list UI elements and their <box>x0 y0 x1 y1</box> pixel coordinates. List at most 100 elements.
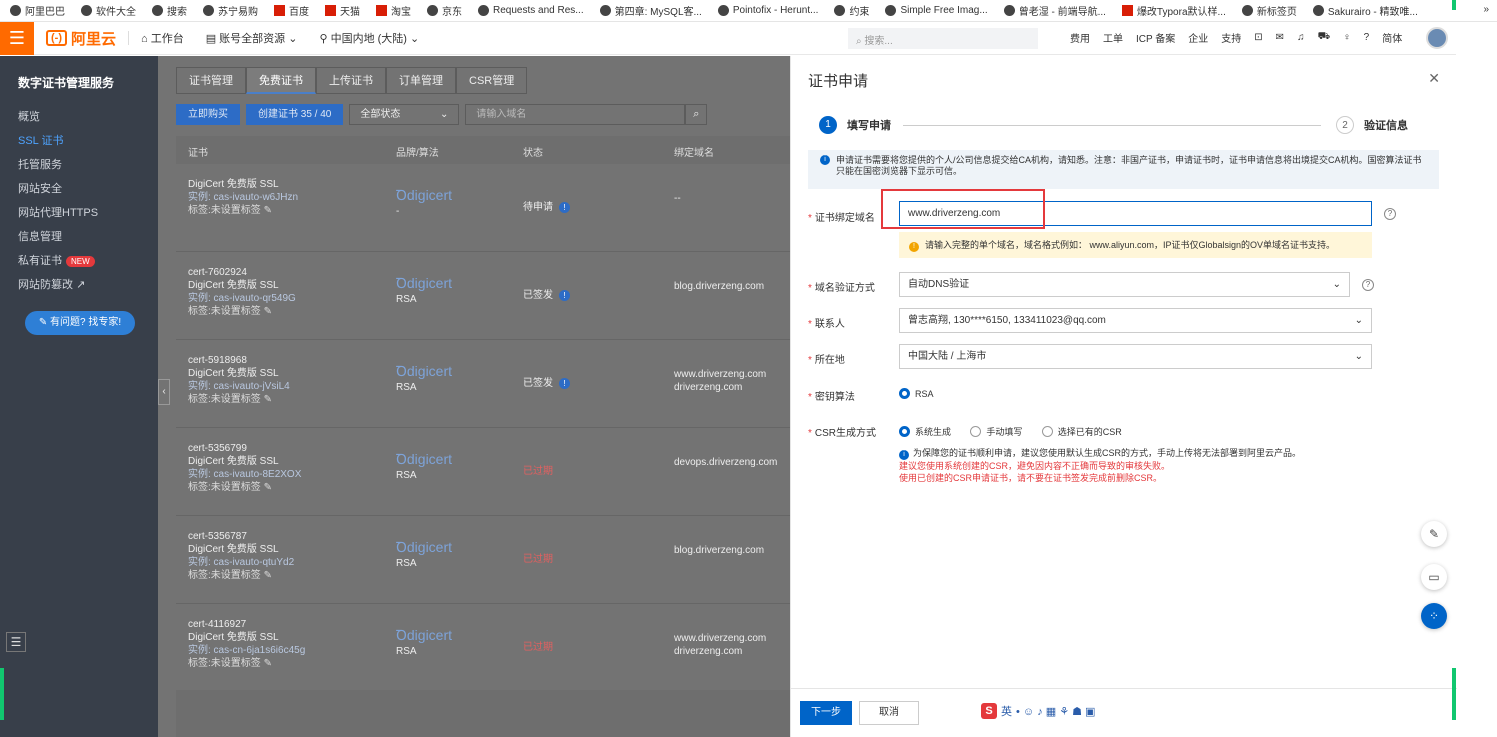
cancel-button[interactable]: 取消 <box>859 701 919 725</box>
edit-icon[interactable]: ✎ <box>264 205 272 216</box>
help-icon[interactable]: ? <box>1362 279 1374 291</box>
topbar-link[interactable]: ICP 备案 <box>1136 30 1175 45</box>
bookmark-item[interactable]: 爆改Typora默认样... <box>1121 3 1226 18</box>
cert-id[interactable]: cert-5356787 <box>188 530 294 543</box>
next-button[interactable]: 下一步 <box>800 701 852 725</box>
tab-orders[interactable]: 订单管理 <box>386 67 456 94</box>
cert-tag[interactable]: 标签:未设置标签 ✎ <box>188 569 294 582</box>
list-icon[interactable]: ☰ <box>6 632 26 652</box>
bookmark-item[interactable]: Pointofix - Herunt... <box>717 5 818 16</box>
global-search-input[interactable]: ⌕ 搜索... <box>848 28 1038 49</box>
close-icon[interactable]: ✕ <box>1428 70 1440 87</box>
bookmark-item[interactable]: 淘宝 <box>376 3 411 18</box>
terminal-icon[interactable]: ⊡ <box>1254 32 1262 43</box>
bookmark-item[interactable]: 京东 <box>427 3 462 18</box>
logo[interactable]: (-) 阿里云 <box>46 28 116 49</box>
search-icon[interactable]: ⌕ <box>685 104 708 125</box>
cert-id[interactable]: cert-5356799 <box>188 442 301 455</box>
csr-option-existing[interactable]: 选择已有的CSR <box>1041 425 1122 438</box>
topbar-link[interactable]: 工单 <box>1103 30 1123 45</box>
cert-instance[interactable]: 实例: cas-ivauto-qtuYd2 <box>188 556 294 569</box>
language-select[interactable]: 简体 <box>1382 30 1402 45</box>
bookmarks-more-button[interactable]: » <box>1483 4 1489 15</box>
table-row[interactable]: cert-4116927 DigiCert 免费版 SSL 实例: cas-cn… <box>176 604 790 692</box>
cert-tag[interactable]: 标签:未设置标签 ✎ <box>188 481 301 494</box>
buy-button[interactable]: 立即购买 <box>176 104 240 125</box>
csr-option-manual[interactable]: 手动填写 <box>970 425 1022 438</box>
csr-option-system[interactable]: 系统生成 <box>899 425 951 438</box>
info-icon[interactable]: ! <box>559 290 570 301</box>
cert-instance[interactable]: 实例: cas-ivauto-qr549G <box>188 292 296 305</box>
algo-radio[interactable]: RSA <box>899 388 950 402</box>
info-icon[interactable]: ! <box>559 378 570 389</box>
region-select[interactable]: ⚲ 中国内地 (大陆) ⌄ <box>319 30 419 46</box>
location-select[interactable]: 中国大陆 / 上海市 ⌄ <box>899 344 1372 369</box>
tab-csr[interactable]: CSR管理 <box>456 67 528 94</box>
sidebar-item-private-cert[interactable]: 私有证书 NEW <box>0 249 158 273</box>
sidebar-item-info[interactable]: 信息管理 <box>0 225 158 249</box>
tab-upload-cert[interactable]: 上传证书 <box>316 67 386 94</box>
ime-toolbar[interactable]: S 英 • ☺ ♪ ▦ ⚘ ☗ ▣ <box>981 703 1095 719</box>
ask-expert-button[interactable]: ✎ 有问题? 找专家! <box>25 311 135 335</box>
create-cert-button[interactable]: 创建证书 35 / 40 <box>246 104 344 125</box>
cert-tag[interactable]: 标签:未设置标签 ✎ <box>188 657 305 670</box>
avatar[interactable] <box>1426 27 1448 49</box>
topbar-link[interactable]: 支持 <box>1221 30 1241 45</box>
help-icon[interactable]: ? <box>1384 208 1396 220</box>
bookmark-item[interactable]: 天猫 <box>325 3 360 18</box>
verify-method-select[interactable]: 自动DNS验证 ⌄ <box>899 272 1350 297</box>
cert-id[interactable]: cert-5918968 <box>188 354 290 367</box>
tab-free-cert[interactable]: 免费证书 <box>246 67 316 94</box>
help-icon[interactable]: ? <box>1364 32 1370 43</box>
bookmark-item[interactable]: 第四章: MySQL客... <box>599 3 702 18</box>
menu-icon[interactable]: ☰ <box>0 21 34 55</box>
edit-icon[interactable]: ✎ <box>264 570 272 581</box>
apps-icon[interactable]: ⁘ <box>1421 603 1447 629</box>
bookmark-item[interactable]: 曾老湿 - 前端导航... <box>1003 3 1106 18</box>
sidebar-item-tamper[interactable]: 网站防篡改 ↗ <box>0 273 158 297</box>
edit-icon[interactable]: ✎ <box>264 394 272 405</box>
bookmark-item[interactable]: 搜索 <box>152 3 187 18</box>
bookmark-item[interactable]: 苏宁易购 <box>203 3 258 18</box>
sidebar-item-proxy-https[interactable]: 网站代理HTTPS <box>0 201 158 225</box>
bookmark-item[interactable]: 软件大全 <box>81 3 136 18</box>
account-resource-select[interactable]: ▤ 账号全部资源 ⌄ <box>206 30 298 46</box>
table-row[interactable]: cert-5356799 DigiCert 免费版 SSL 实例: cas-iv… <box>176 428 790 516</box>
cert-instance[interactable]: 实例: cas-cn-6ja1s6i6c45g <box>188 644 305 657</box>
bookmark-item[interactable]: 新标签页 <box>1241 3 1297 18</box>
sidebar-item-ssl[interactable]: SSL 证书 <box>0 129 158 153</box>
bookmark-item[interactable]: Requests and Res... <box>478 5 584 16</box>
edit-icon[interactable]: ✎ <box>264 658 272 669</box>
edit-icon[interactable]: ✎ <box>264 482 272 493</box>
bookmark-item[interactable]: 阿里巴巴 <box>10 3 65 18</box>
cert-instance[interactable]: 实例: cas-ivauto-8E2XOX <box>188 468 301 481</box>
cert-tag[interactable]: 标签:未设置标签 ✎ <box>188 393 290 406</box>
table-row[interactable]: cert-7602924 DigiCert 免费版 SSL 实例: cas-iv… <box>176 252 790 340</box>
sidebar-item-managed[interactable]: 托管服务 <box>0 153 158 177</box>
bookmark-item[interactable]: Simple Free Imag... <box>885 5 988 16</box>
table-row[interactable]: DigiCert 免费版 SSL 实例: cas-ivauto-w6JHzn 标… <box>176 164 790 252</box>
bookmark-item[interactable]: Sakurairo - 精致唯... <box>1312 3 1418 18</box>
workbench-link[interactable]: ⌂ 工作台 <box>141 30 184 46</box>
edit-icon[interactable]: ✎ <box>1421 521 1447 547</box>
table-row[interactable]: cert-5918968 DigiCert 免费版 SSL 实例: cas-iv… <box>176 340 790 428</box>
cert-tag[interactable]: 标签:未设置标签 ✎ <box>188 305 296 318</box>
status-select[interactable]: 全部状态 ⌄ <box>349 104 460 125</box>
cert-id[interactable]: cert-7602924 <box>188 266 296 279</box>
cert-instance[interactable]: 实例: cas-ivauto-jVsiL4 <box>188 380 290 393</box>
feedback-icon[interactable]: ▭ <box>1421 564 1447 590</box>
cert-id[interactable]: cert-4116927 <box>188 618 305 631</box>
cert-tag[interactable]: 标签:未设置标签 ✎ <box>188 204 298 217</box>
bulb-icon[interactable]: ♀ <box>1343 32 1351 43</box>
cart-icon[interactable]: ⛟ <box>1318 31 1331 44</box>
tab-cert-manage[interactable]: 证书管理 <box>176 67 246 94</box>
topbar-link[interactable]: 费用 <box>1070 30 1090 45</box>
message-icon[interactable]: ✉ <box>1276 32 1284 43</box>
bookmark-item[interactable]: 约束 <box>834 3 869 18</box>
cert-instance[interactable]: 实例: cas-ivauto-w6JHzn <box>188 191 298 204</box>
sidebar-item-overview[interactable]: 概览 <box>0 105 158 129</box>
contact-select[interactable]: 曾志高翔, 130****6150, 133411023@qq.com ⌄ <box>899 308 1372 333</box>
bookmark-item[interactable]: 百度 <box>274 3 309 18</box>
collapse-sidebar-button[interactable]: ‹ <box>158 379 170 405</box>
domain-search-input[interactable]: 请输入域名 <box>465 104 686 125</box>
